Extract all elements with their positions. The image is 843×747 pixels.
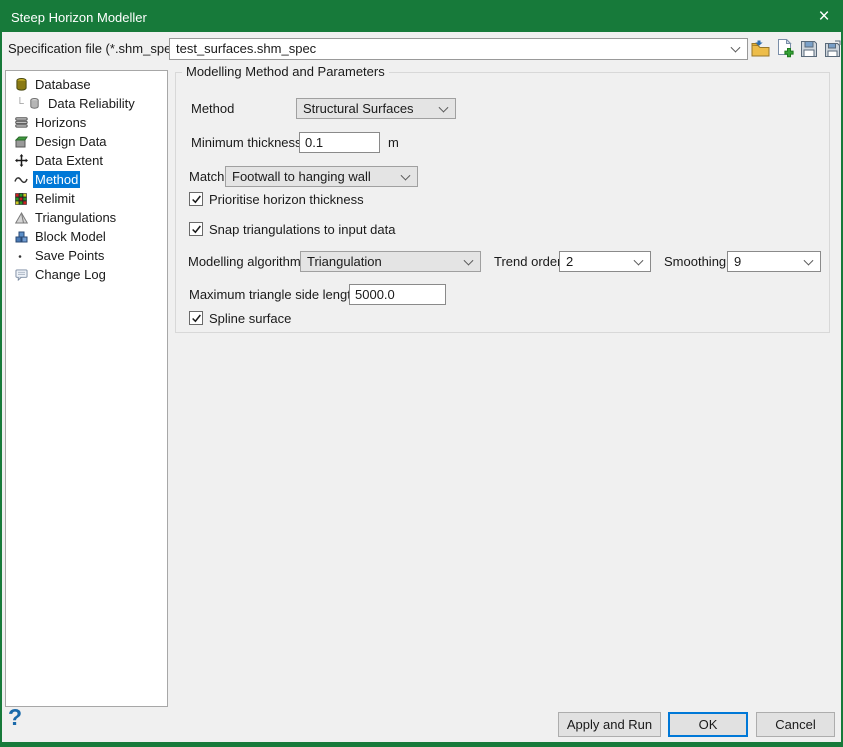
spec-file-label: Specification file (*.shm_spec) [8, 38, 182, 60]
spec-toolbar [751, 39, 842, 58]
sidebar-item-data-reliability[interactable]: └ Data Reliability [6, 94, 167, 113]
close-icon[interactable]: × [807, 2, 841, 32]
database-icon [13, 78, 29, 92]
sidebar-item-label: Save Points [33, 247, 106, 264]
snap-row: Snap triangulations to input data [176, 219, 829, 240]
cancel-button[interactable]: Cancel [756, 712, 835, 737]
sidebar-item-label: Block Model [33, 228, 108, 245]
help-icon[interactable]: ? [8, 704, 22, 731]
database-small-icon [26, 97, 42, 111]
snap-checkbox[interactable] [189, 222, 203, 236]
sidebar-item-method[interactable]: Method [6, 170, 167, 189]
titlebar[interactable]: Steep Horizon Modeller × [2, 2, 841, 32]
chevron-down-icon [401, 170, 411, 180]
group-title: Modelling Method and Parameters [182, 64, 389, 79]
algorithm-label: Modelling algorithm [188, 251, 301, 272]
steep-horizon-modeller-dialog: Steep Horizon Modeller × Specification f… [0, 0, 843, 747]
min-thickness-unit: m [388, 132, 399, 153]
sidebar-item-label: Horizons [33, 114, 88, 131]
sidebar-item-label: Data Reliability [46, 95, 137, 112]
trend-order-select[interactable]: 2 [559, 251, 651, 272]
smoothing-label: Smoothing [664, 251, 726, 272]
chevron-down-icon [731, 43, 741, 53]
horizons-icon [13, 116, 29, 130]
modelling-parameters-group: Modelling Method and Parameters Method S… [175, 72, 830, 333]
triangulations-icon [13, 211, 29, 225]
method-row: Method Structural Surfaces [176, 98, 829, 119]
sidebar-item-database[interactable]: Database [6, 75, 167, 94]
apply-and-run-button[interactable]: Apply and Run [558, 712, 661, 737]
chevron-down-icon [464, 255, 474, 265]
prioritise-label: Prioritise horizon thickness [209, 189, 364, 210]
sidebar-item-relimit[interactable]: Relimit [6, 189, 167, 208]
sidebar-item-triangulations[interactable]: Triangulations [6, 208, 167, 227]
min-thickness-row: Minimum thickness m [176, 132, 829, 153]
sidebar-item-design-data[interactable]: Design Data [6, 132, 167, 151]
max-side-input[interactable] [349, 284, 446, 305]
match-label: Match [189, 166, 224, 187]
algorithm-row: Modelling algorithm Triangulation Trend … [176, 251, 829, 272]
sidebar-item-label: Database [33, 76, 93, 93]
spec-file-value: test_surfaces.shm_spec [176, 39, 316, 59]
dialog-body: Specification file (*.shm_spec) test_sur… [2, 32, 841, 742]
sidebar-item-change-log[interactable]: Change Log [6, 265, 167, 284]
new-spec-icon[interactable] [775, 39, 794, 58]
method-icon [13, 173, 29, 187]
save-points-icon [13, 249, 29, 263]
chevron-down-icon [804, 255, 814, 265]
sidebar-item-label: Triangulations [33, 209, 118, 226]
ok-button[interactable]: OK [668, 712, 748, 737]
sidebar-item-label: Method [33, 171, 80, 188]
window-title: Steep Horizon Modeller [11, 10, 147, 25]
data-extent-icon [13, 154, 29, 168]
sidebar-item-horizons[interactable]: Horizons [6, 113, 167, 132]
sidebar-item-label: Design Data [33, 133, 109, 150]
design-data-icon [13, 135, 29, 149]
snap-label: Snap triangulations to input data [209, 219, 395, 240]
min-thickness-label: Minimum thickness [191, 132, 302, 153]
method-label: Method [191, 98, 234, 119]
trend-order-label: Trend order [494, 251, 561, 272]
min-thickness-input[interactable] [299, 132, 380, 153]
open-folder-icon[interactable] [751, 39, 770, 58]
algorithm-select[interactable]: Triangulation [300, 251, 481, 272]
tree-connector: └ [16, 98, 26, 110]
chevron-down-icon [634, 255, 644, 265]
max-side-row: Maximum triangle side length [176, 284, 829, 305]
sidebar-item-save-points[interactable]: Save Points [6, 246, 167, 265]
sidebar-item-label: Data Extent [33, 152, 105, 169]
chevron-down-icon [439, 102, 449, 112]
relimit-icon [13, 192, 29, 206]
method-select[interactable]: Structural Surfaces [296, 98, 456, 119]
block-model-icon [13, 230, 29, 244]
save-spec-icon[interactable] [799, 39, 818, 58]
sidebar-item-label: Change Log [33, 266, 108, 283]
save-spec-as-icon[interactable] [823, 39, 842, 58]
navigation-tree: Database └ Data Reliability Horizons Design … [5, 70, 168, 707]
max-side-label: Maximum triangle side length [189, 284, 358, 305]
spline-label: Spline surface [209, 308, 291, 329]
spline-row: Spline surface [176, 308, 829, 329]
prioritise-row: Prioritise horizon thickness [176, 189, 829, 210]
change-log-icon [13, 268, 29, 282]
sidebar-item-label: Relimit [33, 190, 77, 207]
spline-checkbox[interactable] [189, 311, 203, 325]
match-row: Match Footwall to hanging wall [176, 166, 829, 187]
prioritise-checkbox[interactable] [189, 192, 203, 206]
spec-file-combobox[interactable]: test_surfaces.shm_spec [169, 38, 748, 60]
sidebar-item-data-extent[interactable]: Data Extent [6, 151, 167, 170]
sidebar-item-block-model[interactable]: Block Model [6, 227, 167, 246]
smoothing-select[interactable]: 9 [727, 251, 821, 272]
match-select[interactable]: Footwall to hanging wall [225, 166, 418, 187]
